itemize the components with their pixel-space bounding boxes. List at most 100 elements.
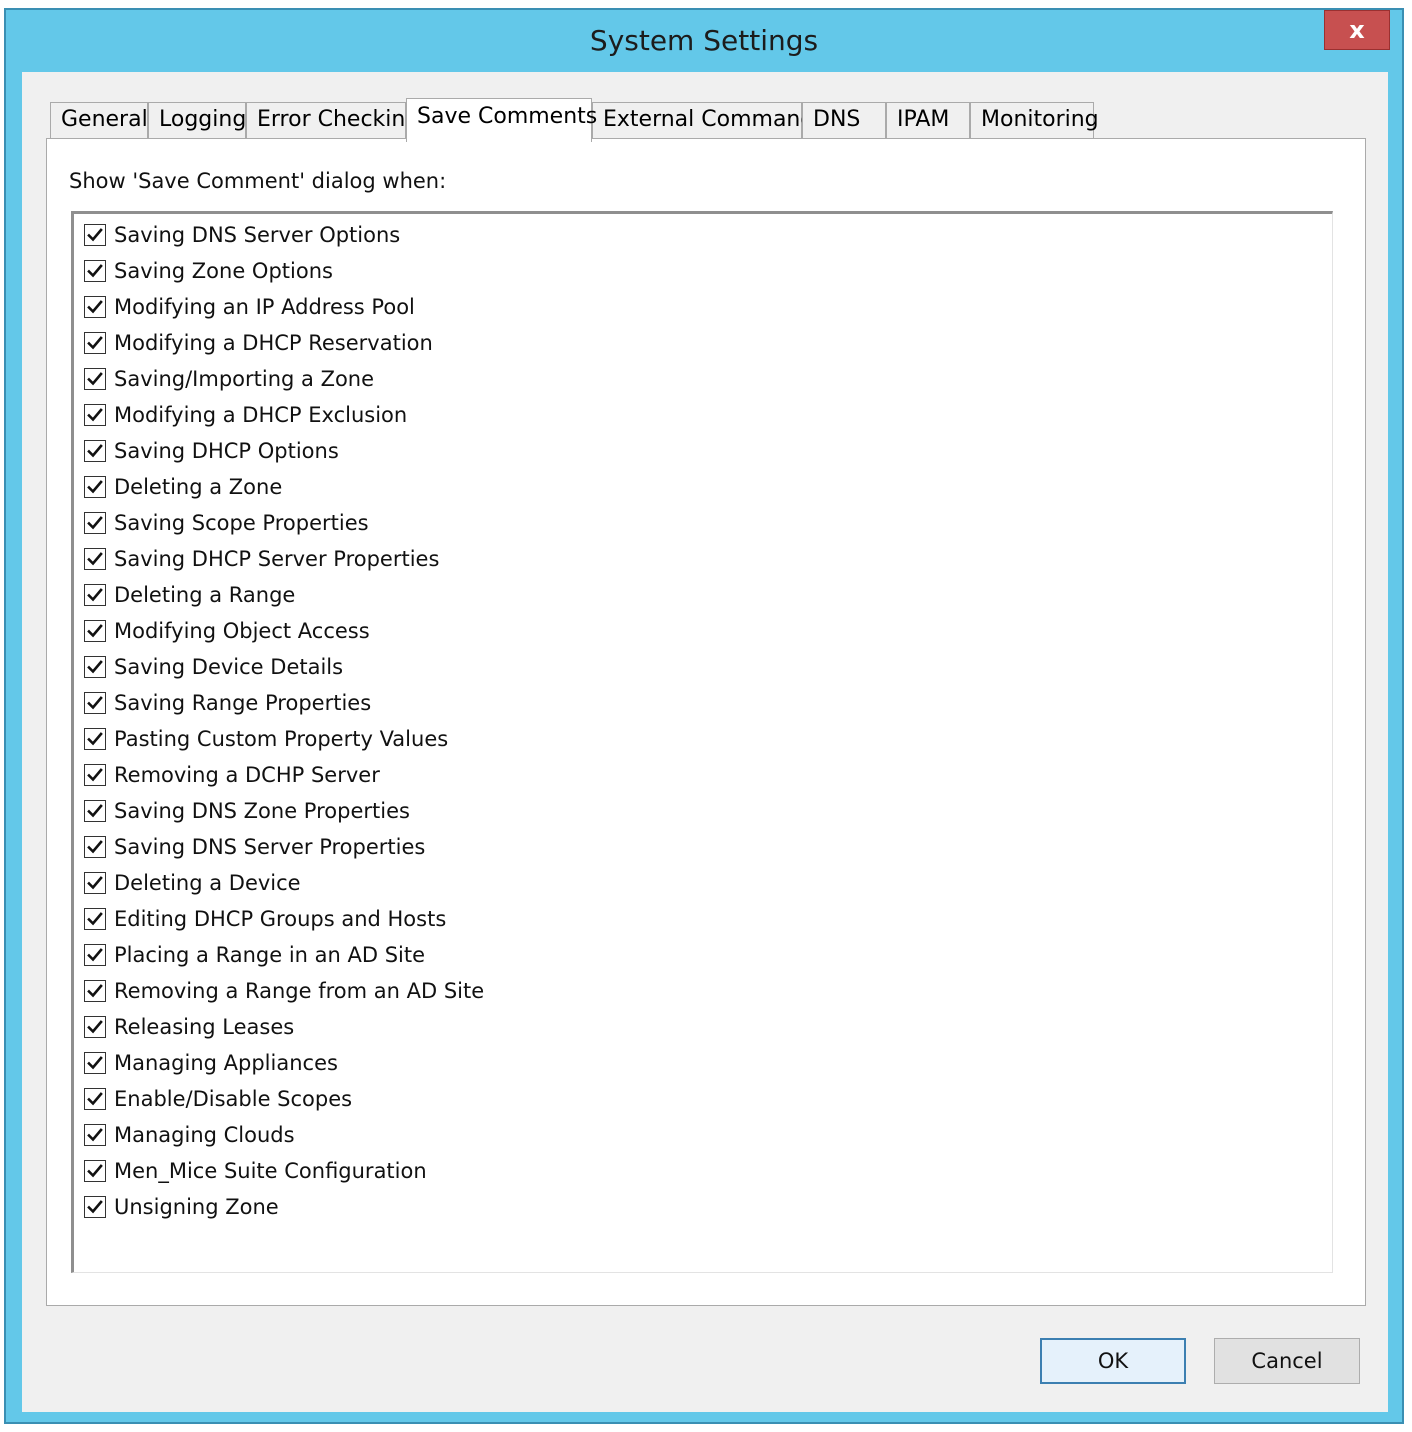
- option-item[interactable]: Deleting a Device: [84, 868, 301, 898]
- option-item[interactable]: Saving DNS Server Properties: [84, 832, 425, 862]
- checkbox[interactable]: [84, 584, 106, 606]
- tab-monitoring[interactable]: Monitoring: [970, 102, 1099, 138]
- checkmark-icon: [87, 660, 103, 674]
- checkbox[interactable]: [84, 1016, 106, 1038]
- option-item[interactable]: Modifying a DHCP Exclusion: [84, 400, 407, 430]
- option-item[interactable]: Saving Range Properties: [84, 688, 371, 718]
- option-label: Saving Scope Properties: [114, 511, 369, 535]
- option-item[interactable]: Saving Zone Options: [84, 256, 333, 286]
- checkbox[interactable]: [84, 872, 106, 894]
- option-item[interactable]: Modifying an IP Address Pool: [84, 292, 415, 322]
- checkbox[interactable]: [84, 1196, 106, 1218]
- checkbox[interactable]: [84, 1124, 106, 1146]
- option-item[interactable]: Saving DNS Zone Properties: [84, 796, 410, 826]
- checkmark-icon: [87, 480, 103, 494]
- tab-general[interactable]: General: [50, 102, 148, 138]
- tab-ipam[interactable]: IPAM: [886, 102, 970, 138]
- option-label: Removing a DCHP Server: [114, 763, 380, 787]
- option-label: Saving Range Properties: [114, 691, 372, 715]
- checkbox[interactable]: [84, 944, 106, 966]
- checkmark-icon: [87, 444, 103, 458]
- option-item[interactable]: Deleting a Zone: [84, 472, 282, 502]
- option-label: Saving DHCP Options: [114, 439, 339, 463]
- checkbox[interactable]: [84, 404, 106, 426]
- checkbox[interactable]: [84, 728, 106, 750]
- option-label: Saving DHCP Server Properties: [114, 547, 440, 571]
- checkmark-icon: [87, 1200, 103, 1214]
- option-item[interactable]: Modifying a DHCP Reservation: [84, 328, 433, 358]
- option-label: Modifying an IP Address Pool: [114, 295, 415, 319]
- option-item[interactable]: Releasing Leases: [84, 1012, 294, 1042]
- checkbox[interactable]: [84, 260, 106, 282]
- tab-label: Error Checking: [257, 107, 420, 132]
- option-item[interactable]: Enable/Disable Scopes: [84, 1084, 352, 1114]
- option-item[interactable]: Removing a DCHP Server: [84, 760, 380, 790]
- option-item[interactable]: Saving/Importing a Zone: [84, 364, 374, 394]
- tab-dns[interactable]: DNS: [802, 102, 886, 138]
- option-item[interactable]: Saving DHCP Server Properties: [84, 544, 439, 574]
- close-button[interactable]: x: [1324, 10, 1390, 50]
- checkbox[interactable]: [84, 800, 106, 822]
- option-item[interactable]: Modifying Object Access: [84, 616, 370, 646]
- checkbox[interactable]: [84, 548, 106, 570]
- checkbox[interactable]: [84, 764, 106, 786]
- checkmark-icon: [87, 840, 103, 854]
- checkbox[interactable]: [84, 296, 106, 318]
- option-item[interactable]: Saving DHCP Options: [84, 436, 339, 466]
- option-item[interactable]: Unsigning Zone: [84, 1192, 279, 1222]
- option-item[interactable]: Saving Scope Properties: [84, 508, 369, 538]
- option-item[interactable]: Managing Appliances: [84, 1048, 338, 1078]
- option-item[interactable]: Saving DNS Server Options: [84, 220, 400, 250]
- checkmark-icon: [87, 264, 103, 278]
- checkbox[interactable]: [84, 692, 106, 714]
- checkbox[interactable]: [84, 512, 106, 534]
- option-label: Placing a Range in an AD Site: [114, 943, 426, 967]
- option-label: Modifying a DHCP Exclusion: [114, 403, 408, 427]
- checkmark-icon: [87, 948, 103, 962]
- option-item[interactable]: Pasting Custom Property Values: [84, 724, 448, 754]
- checkbox[interactable]: [84, 368, 106, 390]
- option-label: Unsigning Zone: [114, 1195, 279, 1219]
- title-bar[interactable]: System Settings x: [6, 10, 1402, 70]
- checkmark-icon: [87, 408, 103, 422]
- checkbox[interactable]: [84, 476, 106, 498]
- checkbox[interactable]: [84, 620, 106, 642]
- checkmark-icon: [87, 552, 103, 566]
- option-label: Modifying Object Access: [114, 619, 370, 643]
- tab-label: Monitoring: [981, 107, 1099, 132]
- checkmark-icon: [87, 1164, 103, 1178]
- checkbox[interactable]: [84, 332, 106, 354]
- checkbox[interactable]: [84, 224, 106, 246]
- tab-logging[interactable]: Logging: [148, 102, 246, 138]
- option-item[interactable]: Saving Device Details: [84, 652, 343, 682]
- option-item[interactable]: Editing DHCP Groups and Hosts: [84, 904, 446, 934]
- checkbox[interactable]: [84, 440, 106, 462]
- checkmark-icon: [87, 1020, 103, 1034]
- ok-button[interactable]: OK: [1040, 1338, 1186, 1384]
- checkmark-icon: [87, 984, 103, 998]
- option-label: Managing Clouds: [114, 1123, 295, 1147]
- checkbox[interactable]: [84, 656, 106, 678]
- tab-save-comments[interactable]: Save Comments: [406, 98, 597, 142]
- checkmark-icon: [87, 1056, 103, 1070]
- checkbox[interactable]: [84, 836, 106, 858]
- option-item[interactable]: Removing a Range from an AD Site: [84, 976, 484, 1006]
- checkbox[interactable]: [84, 980, 106, 1002]
- save-comment-options-list[interactable]: Saving DNS Server Options Saving Zone Opt…: [71, 211, 1333, 1273]
- option-item[interactable]: Men_Mice Suite Configuration: [84, 1156, 427, 1186]
- tab-error-checking[interactable]: Error Checking: [246, 102, 419, 138]
- option-item[interactable]: Deleting a Range: [84, 580, 295, 610]
- option-item[interactable]: Placing a Range in an AD Site: [84, 940, 425, 970]
- checkbox[interactable]: [84, 908, 106, 930]
- tab-external-commands[interactable]: External Commands: [592, 102, 826, 138]
- checkbox[interactable]: [84, 1160, 106, 1182]
- option-label: Deleting a Device: [114, 871, 301, 895]
- cancel-button[interactable]: Cancel: [1214, 1338, 1360, 1384]
- checkbox[interactable]: [84, 1088, 106, 1110]
- option-label: Modifying a DHCP Reservation: [114, 331, 433, 355]
- panel-description: Show 'Save Comment' dialog when:: [69, 169, 447, 193]
- checkbox[interactable]: [84, 1052, 106, 1074]
- checkmark-icon: [87, 336, 103, 350]
- option-item[interactable]: Managing Clouds: [84, 1120, 295, 1150]
- option-label: Pasting Custom Property Values: [114, 727, 449, 751]
